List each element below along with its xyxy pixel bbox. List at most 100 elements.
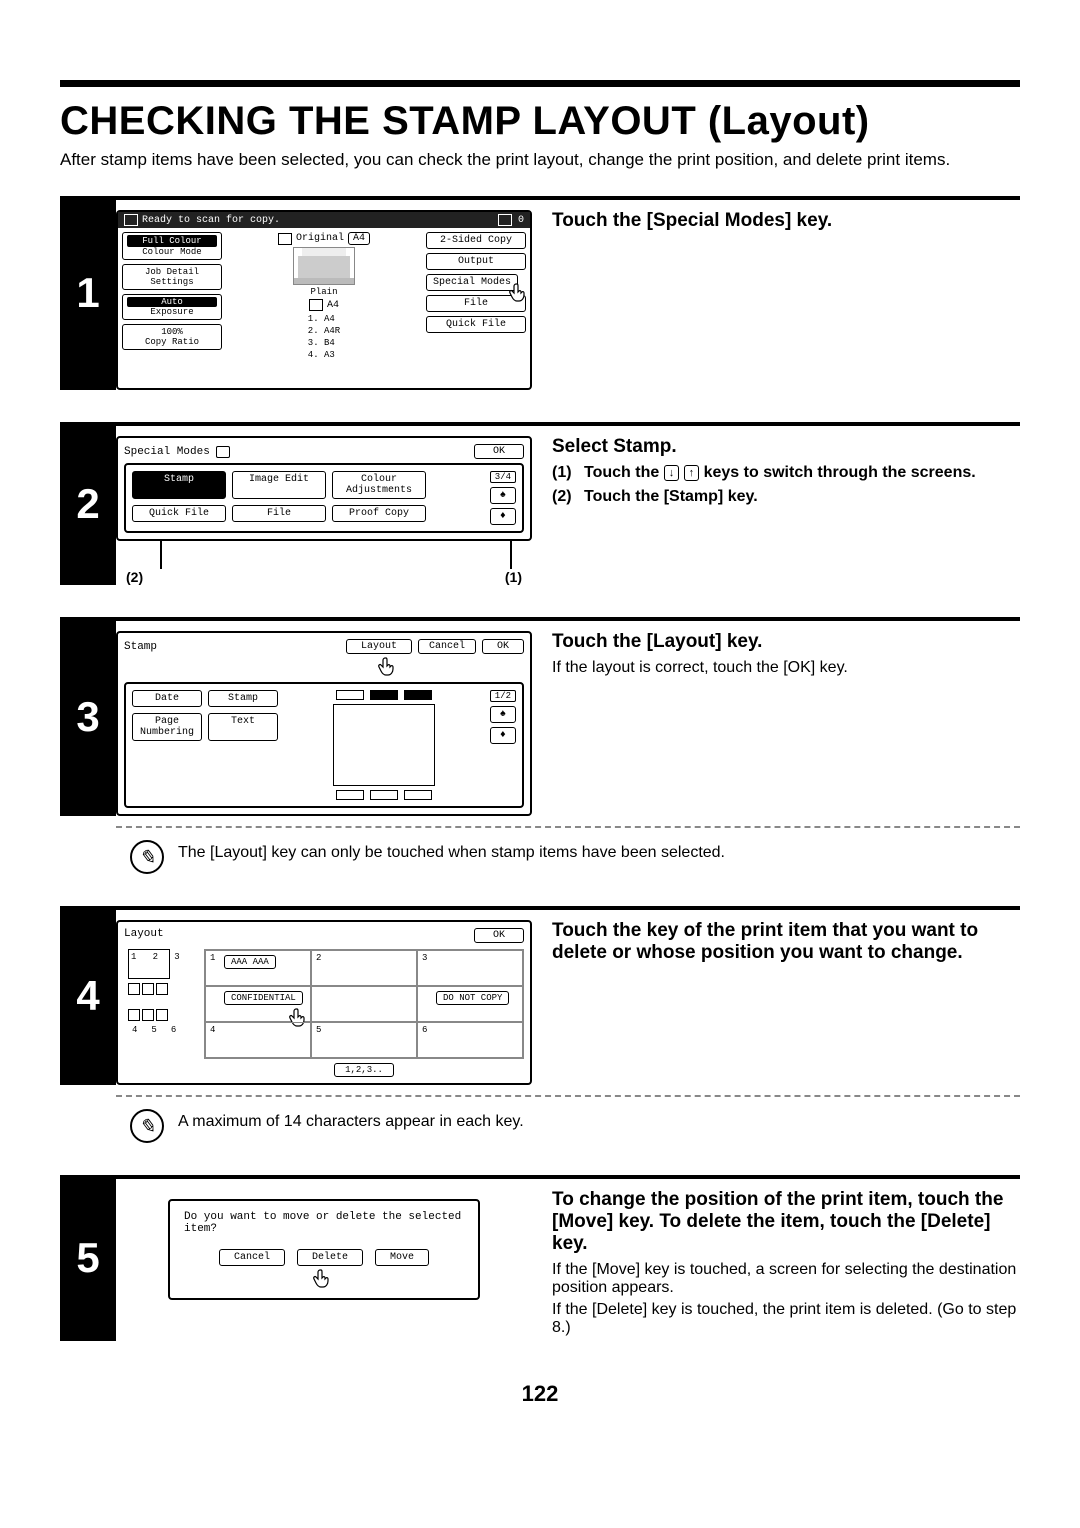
note-icon-4: ✎ xyxy=(130,1109,164,1143)
doc-icon xyxy=(124,214,138,226)
pointer-hand-icon xyxy=(377,656,401,680)
original-label: Original xyxy=(296,233,344,244)
step2-screen: Special Modes OK Stamp Image Edit Colour… xyxy=(116,436,532,541)
step2-heading: Select Stamp. xyxy=(552,436,1020,458)
page-number: 122 xyxy=(60,1381,1020,1407)
page-up-button-3[interactable]: ♠ xyxy=(490,706,516,723)
page-number-key[interactable]: 1,2,3.. xyxy=(334,1063,394,1077)
paper-size-list: 1. A4 2. A4R 3. B4 4. A3 xyxy=(308,313,340,361)
note-icon: ✎ xyxy=(130,840,164,874)
layout-button[interactable]: Layout xyxy=(346,639,412,654)
pos-top-right[interactable] xyxy=(404,690,432,700)
paper-icon xyxy=(309,299,323,311)
image-edit-button[interactable]: Image Edit xyxy=(232,471,326,499)
down-key-icon: ↓ xyxy=(664,465,680,481)
page-indicator: 3/4 xyxy=(490,471,516,483)
proof-copy-button[interactable]: Proof Copy xyxy=(332,505,426,522)
sub2-num: (2) xyxy=(552,488,584,506)
dashed-separator-4 xyxy=(116,1095,1020,1097)
step-1: 1 Ready to scan for copy. 0 xyxy=(60,196,1020,390)
pointer-hand-icon xyxy=(312,1268,336,1292)
pos-bottom-center[interactable] xyxy=(370,790,398,800)
step-3-number: 3 xyxy=(60,617,116,816)
ok-button-3[interactable]: OK xyxy=(482,639,524,654)
file-button-2[interactable]: File xyxy=(232,505,326,522)
pos-bottom-right[interactable] xyxy=(404,790,432,800)
back-icon[interactable] xyxy=(216,446,230,458)
page-title: CHECKING THE STAMP LAYOUT (Layout) xyxy=(60,99,1020,144)
layout-cell-5[interactable] xyxy=(311,986,417,1022)
step4-note: A maximum of 14 characters appear in eac… xyxy=(178,1109,524,1131)
step-5: 5 Do you want to move or delete the sele… xyxy=(60,1175,1020,1341)
ok-button[interactable]: OK xyxy=(474,444,524,459)
page-preview xyxy=(333,704,435,786)
layout-cell-3[interactable]: 3 xyxy=(417,950,523,986)
two-sided-copy-button[interactable]: 2-Sided Copy xyxy=(426,232,526,249)
pos-top-left[interactable] xyxy=(336,690,364,700)
top-rule xyxy=(60,80,1020,87)
cancel-button[interactable]: Cancel xyxy=(418,639,476,654)
tray-icon xyxy=(498,214,512,226)
page-up-button[interactable]: ♠ xyxy=(490,487,516,504)
callout-2: (2) xyxy=(126,569,143,585)
step-3: 3 Stamp Layout Cancel OK xyxy=(60,617,1020,874)
layout-cell-9[interactable]: 6 xyxy=(417,1022,523,1058)
layout-title: Layout xyxy=(124,928,164,943)
doc-stack-illustration xyxy=(293,247,355,285)
step5-body2: If the [Delete] key is touched, the prin… xyxy=(552,1301,1020,1337)
step-1-number: 1 xyxy=(60,196,116,390)
text-button[interactable]: Text xyxy=(208,713,278,741)
step3-heading: Touch the [Layout] key. xyxy=(552,631,1020,653)
step3-body: If the layout is correct, touch the [OK]… xyxy=(552,659,1020,677)
special-modes-button[interactable]: Special Modes xyxy=(426,274,518,291)
date-button[interactable]: Date xyxy=(132,690,202,707)
step5-heading: To change the position of the print item… xyxy=(552,1189,1020,1255)
step5-body1: If the [Move] key is touched, a screen f… xyxy=(552,1261,1020,1297)
pos-top-center[interactable] xyxy=(370,690,398,700)
move-button[interactable]: Move xyxy=(375,1249,429,1266)
layout-cell-6[interactable]: DO NOT COPY xyxy=(417,986,523,1022)
page-down-button-3[interactable]: ♦ xyxy=(490,727,516,744)
layout-cell-8[interactable]: 5 xyxy=(311,1022,417,1058)
stamp-button-3[interactable]: Stamp xyxy=(208,690,278,707)
preview-thumb-1: 1 2 3 xyxy=(128,949,170,979)
quick-file-button[interactable]: Quick File xyxy=(426,316,526,333)
step3-note: The [Layout] key can only be touched whe… xyxy=(178,840,725,862)
step1-screen: Ready to scan for copy. 0 Full Colour Co… xyxy=(116,210,532,390)
pos-bottom-left[interactable] xyxy=(336,790,364,800)
page-numbering-button[interactable]: Page Numbering xyxy=(132,713,202,741)
page-indicator-3: 1/2 xyxy=(490,690,516,702)
copy-ratio-button[interactable]: 100% Copy Ratio xyxy=(122,324,222,350)
full-colour-button[interactable]: Full Colour Colour Mode xyxy=(122,232,222,260)
stamp-title: Stamp xyxy=(124,641,340,653)
cancel-button-5[interactable]: Cancel xyxy=(219,1249,285,1266)
thumb-row-1 xyxy=(128,983,196,995)
output-button[interactable]: Output xyxy=(426,253,526,270)
step4-heading: Touch the key of the print item that you… xyxy=(552,920,1020,964)
layout-cell-7[interactable]: 4 xyxy=(205,1022,311,1058)
step3-screen: Stamp Layout Cancel OK Date Stamp xyxy=(116,631,532,816)
callout-1: (1) xyxy=(505,569,522,585)
stamp-button[interactable]: Stamp xyxy=(132,471,226,499)
special-modes-title: Special Modes xyxy=(124,446,210,458)
step4-screen: Layout OK 1 2 3 4 xyxy=(116,920,532,1085)
intro-text: After stamp items have been selected, yo… xyxy=(60,150,1020,170)
sub1-num: (1) xyxy=(552,464,584,482)
layout-cell-4[interactable]: CONFIDENTIAL xyxy=(205,986,311,1022)
page-down-button[interactable]: ♦ xyxy=(490,508,516,525)
exposure-button[interactable]: Auto Exposure xyxy=(122,294,222,320)
up-key-icon: ↑ xyxy=(684,465,700,481)
colour-adjustments-button[interactable]: Colour Adjustments xyxy=(332,471,426,499)
plain-label: Plain xyxy=(310,287,337,297)
original-size[interactable]: A4 xyxy=(348,232,370,245)
quick-file-button-2[interactable]: Quick File xyxy=(132,505,226,522)
step-4-number: 4 xyxy=(60,906,116,1085)
ok-button-4[interactable]: OK xyxy=(474,928,524,943)
sub1-text: Touch the ↓ ↑ keys to switch through the… xyxy=(584,464,976,482)
step-2-number: 2 xyxy=(60,422,116,585)
delete-button[interactable]: Delete xyxy=(297,1249,363,1266)
job-detail-button[interactable]: Job Detail Settings xyxy=(122,264,222,290)
step5-dialog: Do you want to move or delete the select… xyxy=(168,1199,480,1300)
layout-cell-1[interactable]: 1AAA AAA xyxy=(205,950,311,986)
layout-cell-2[interactable]: 2 xyxy=(311,950,417,986)
